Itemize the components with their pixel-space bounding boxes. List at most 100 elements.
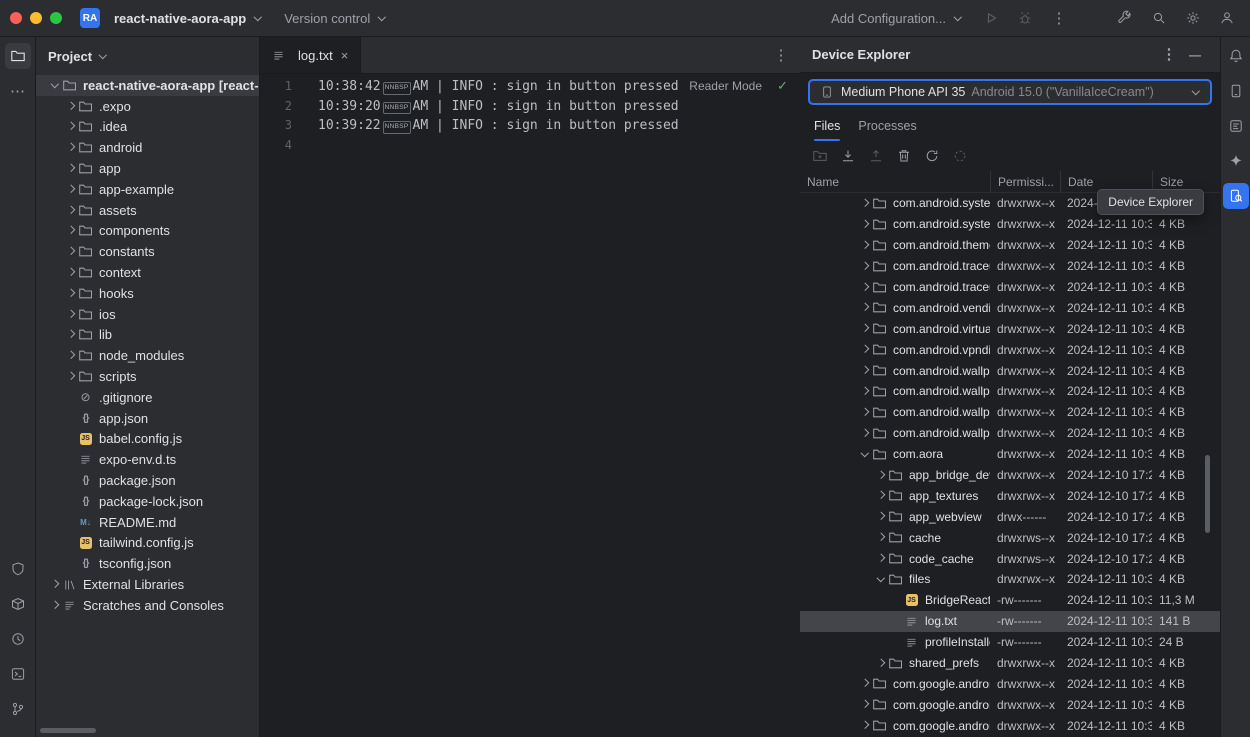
file-row-com-android-traceu[interactable]: com.android.traceudrwxrwx--x2024-12-11 1… — [800, 277, 1220, 298]
profile-button[interactable] — [1214, 5, 1240, 31]
tree-item-ios[interactable]: ios — [36, 304, 259, 325]
file-row-bridgereactn[interactable]: JSBridgeReactN-rw-------2024-12-11 10:31… — [800, 590, 1220, 611]
horizontal-scrollbar[interactable] — [40, 728, 96, 733]
inspection-check-icon[interactable]: ✓ — [777, 78, 788, 94]
chevron-right-icon[interactable] — [64, 349, 77, 362]
run-configuration-selector[interactable]: Add Configuration... — [825, 7, 970, 30]
chevron-right-icon[interactable] — [64, 308, 77, 321]
logcat-button[interactable] — [1223, 113, 1249, 139]
tree-item-react-native-aora-app-react-nat[interactable]: react-native-aora-app [react-nat — [36, 75, 259, 96]
chevron-right-icon[interactable] — [64, 328, 77, 341]
maximize-window-button[interactable] — [50, 12, 62, 24]
version-control-tool-button[interactable] — [5, 696, 31, 722]
chevron-right-icon[interactable] — [874, 657, 887, 670]
tree-item-app[interactable]: app — [36, 158, 259, 179]
chevron-right-icon[interactable] — [874, 552, 887, 565]
file-row-profileinstalle[interactable]: profileInstalle-rw-------2024-12-11 10:3… — [800, 632, 1220, 653]
more-actions-button[interactable]: ⋮ — [1046, 5, 1072, 31]
chevron-right-icon[interactable] — [874, 510, 887, 523]
chevron-right-icon[interactable] — [858, 385, 871, 398]
chevron-right-icon[interactable] — [64, 141, 77, 154]
minimize-window-button[interactable] — [30, 12, 42, 24]
tree-item-app-json[interactable]: {}app.json — [36, 408, 259, 429]
chevron-right-icon[interactable] — [858, 322, 871, 335]
tree-item-babel-config-js[interactable]: JSbabel.config.js — [36, 429, 259, 450]
chevron-right-icon[interactable] — [64, 287, 77, 300]
tree-item-scripts[interactable]: scripts — [36, 366, 259, 387]
build-button[interactable] — [5, 591, 31, 617]
chevron-right-icon[interactable] — [64, 120, 77, 133]
tree-item-constants[interactable]: constants — [36, 241, 259, 262]
tools-button[interactable] — [1112, 5, 1138, 31]
tree-item-idea[interactable]: .idea — [36, 117, 259, 138]
project-tool-button[interactable] — [5, 43, 31, 69]
editor-body[interactable]: 110:38:42NNBSPAM | INFO : sign in button… — [260, 74, 800, 737]
tree-item-app-example[interactable]: app-example — [36, 179, 259, 200]
file-row-com-android-wallpa[interactable]: com.android.wallpadrwxrwx--x2024-12-11 1… — [800, 402, 1220, 423]
column-name[interactable]: Name — [800, 171, 990, 192]
chevron-right-icon[interactable] — [64, 245, 77, 258]
file-row-log-txt[interactable]: log.txt-rw-------2024-12-11 10:3141 B — [800, 611, 1220, 632]
chevron-right-icon[interactable] — [858, 197, 871, 210]
file-row-com-google-android[interactable]: com.google.androiddrwxrwx--x2024-12-11 1… — [800, 715, 1220, 736]
panel-options-button[interactable]: ⋮ — [1156, 42, 1182, 68]
tree-item-lib[interactable]: lib — [36, 325, 259, 346]
tab-files[interactable]: Files — [814, 111, 840, 141]
chevron-right-icon[interactable] — [874, 531, 887, 544]
file-row-files[interactable]: filesdrwxrwx--x2024-12-11 10:34 KB — [800, 569, 1220, 590]
column-permissions[interactable]: Permissi... — [990, 171, 1060, 192]
device-selector[interactable]: Medium Phone API 35 Android 15.0 ("Vanil… — [808, 79, 1212, 105]
chevron-right-icon[interactable] — [48, 599, 61, 612]
tree-item-node-modules[interactable]: node_modules — [36, 345, 259, 366]
sync-settings-button[interactable] — [948, 144, 972, 168]
delete-file-button[interactable] — [892, 144, 916, 168]
chevron-down-icon[interactable] — [874, 573, 887, 586]
file-row-shared-prefs[interactable]: shared_prefsdrwxrwx--x2024-12-11 10:34 K… — [800, 653, 1220, 674]
file-row-code-cache[interactable]: code_cachedrwxrws--x2024-12-10 17:24 KB — [800, 548, 1220, 569]
file-row-com-android-traceu[interactable]: com.android.traceudrwxrwx--x2024-12-11 1… — [800, 256, 1220, 277]
debug-button[interactable] — [1012, 5, 1038, 31]
file-row-app-textures[interactable]: app_texturesdrwxrwx--x2024-12-10 17:24 K… — [800, 485, 1220, 506]
chevron-right-icon[interactable] — [48, 578, 61, 591]
terminal-button[interactable] — [5, 661, 31, 687]
running-devices-button[interactable] — [1223, 78, 1249, 104]
device-explorer-button[interactable] — [1223, 183, 1249, 209]
chevron-right-icon[interactable] — [64, 370, 77, 383]
chevron-right-icon[interactable] — [64, 183, 77, 196]
chevron-right-icon[interactable] — [858, 260, 871, 273]
chevron-right-icon[interactable] — [858, 281, 871, 294]
settings-button[interactable] — [1180, 5, 1206, 31]
file-row-com-android-vpndia[interactable]: com.android.vpndiadrwxrwx--x2024-12-11 1… — [800, 339, 1220, 360]
vertical-scrollbar[interactable] — [1205, 455, 1210, 533]
chevron-right-icon[interactable] — [64, 162, 77, 175]
chevron-right-icon[interactable] — [874, 469, 887, 482]
tree-item-tsconfig-json[interactable]: {}tsconfig.json — [36, 553, 259, 574]
file-row-com-google-android[interactable]: com.google.androiddrwxrwx--x2024-12-11 1… — [800, 694, 1220, 715]
upload-file-button[interactable] — [864, 144, 888, 168]
chevron-right-icon[interactable] — [874, 489, 887, 502]
tree-item-tailwind-config-js[interactable]: JStailwind.config.js — [36, 533, 259, 554]
build-variants-button[interactable] — [5, 556, 31, 582]
chevron-right-icon[interactable] — [858, 677, 871, 690]
editor-tab-log-txt[interactable]: log.txt × — [260, 37, 361, 73]
tree-item-scratches-and-consoles[interactable]: Scratches and Consoles — [36, 595, 259, 616]
chevron-right-icon[interactable] — [64, 100, 77, 113]
chevron-right-icon[interactable] — [858, 364, 871, 377]
history-button[interactable] — [5, 626, 31, 652]
tree-item-assets[interactable]: assets — [36, 200, 259, 221]
file-row-com-android-system[interactable]: com.android.systemdrwxrwx--x2024-12-11 1… — [800, 214, 1220, 235]
tree-item-expo[interactable]: .expo — [36, 96, 259, 117]
file-row-com-android-virtual[interactable]: com.android.virtualdrwxrwx--x2024-12-11 … — [800, 318, 1220, 339]
chevron-down-icon[interactable] — [858, 448, 871, 461]
more-tool-windows-button[interactable]: ⋯ — [5, 78, 31, 104]
chevron-right-icon[interactable] — [858, 301, 871, 314]
tree-item-hooks[interactable]: hooks — [36, 283, 259, 304]
project-panel-header[interactable]: Project — [36, 37, 259, 75]
download-file-button[interactable] — [836, 144, 860, 168]
tree-item-expo-env-d-ts[interactable]: expo-env.d.ts — [36, 449, 259, 470]
run-button[interactable] — [978, 5, 1004, 31]
file-row-cache[interactable]: cachedrwxrws--x2024-12-10 17:24 KB — [800, 527, 1220, 548]
reader-mode-label[interactable]: Reader Mode — [689, 79, 762, 93]
file-row-com-android-wallpa[interactable]: com.android.wallpadrwxrwx--x2024-12-11 1… — [800, 360, 1220, 381]
tree-item-android[interactable]: android — [36, 137, 259, 158]
